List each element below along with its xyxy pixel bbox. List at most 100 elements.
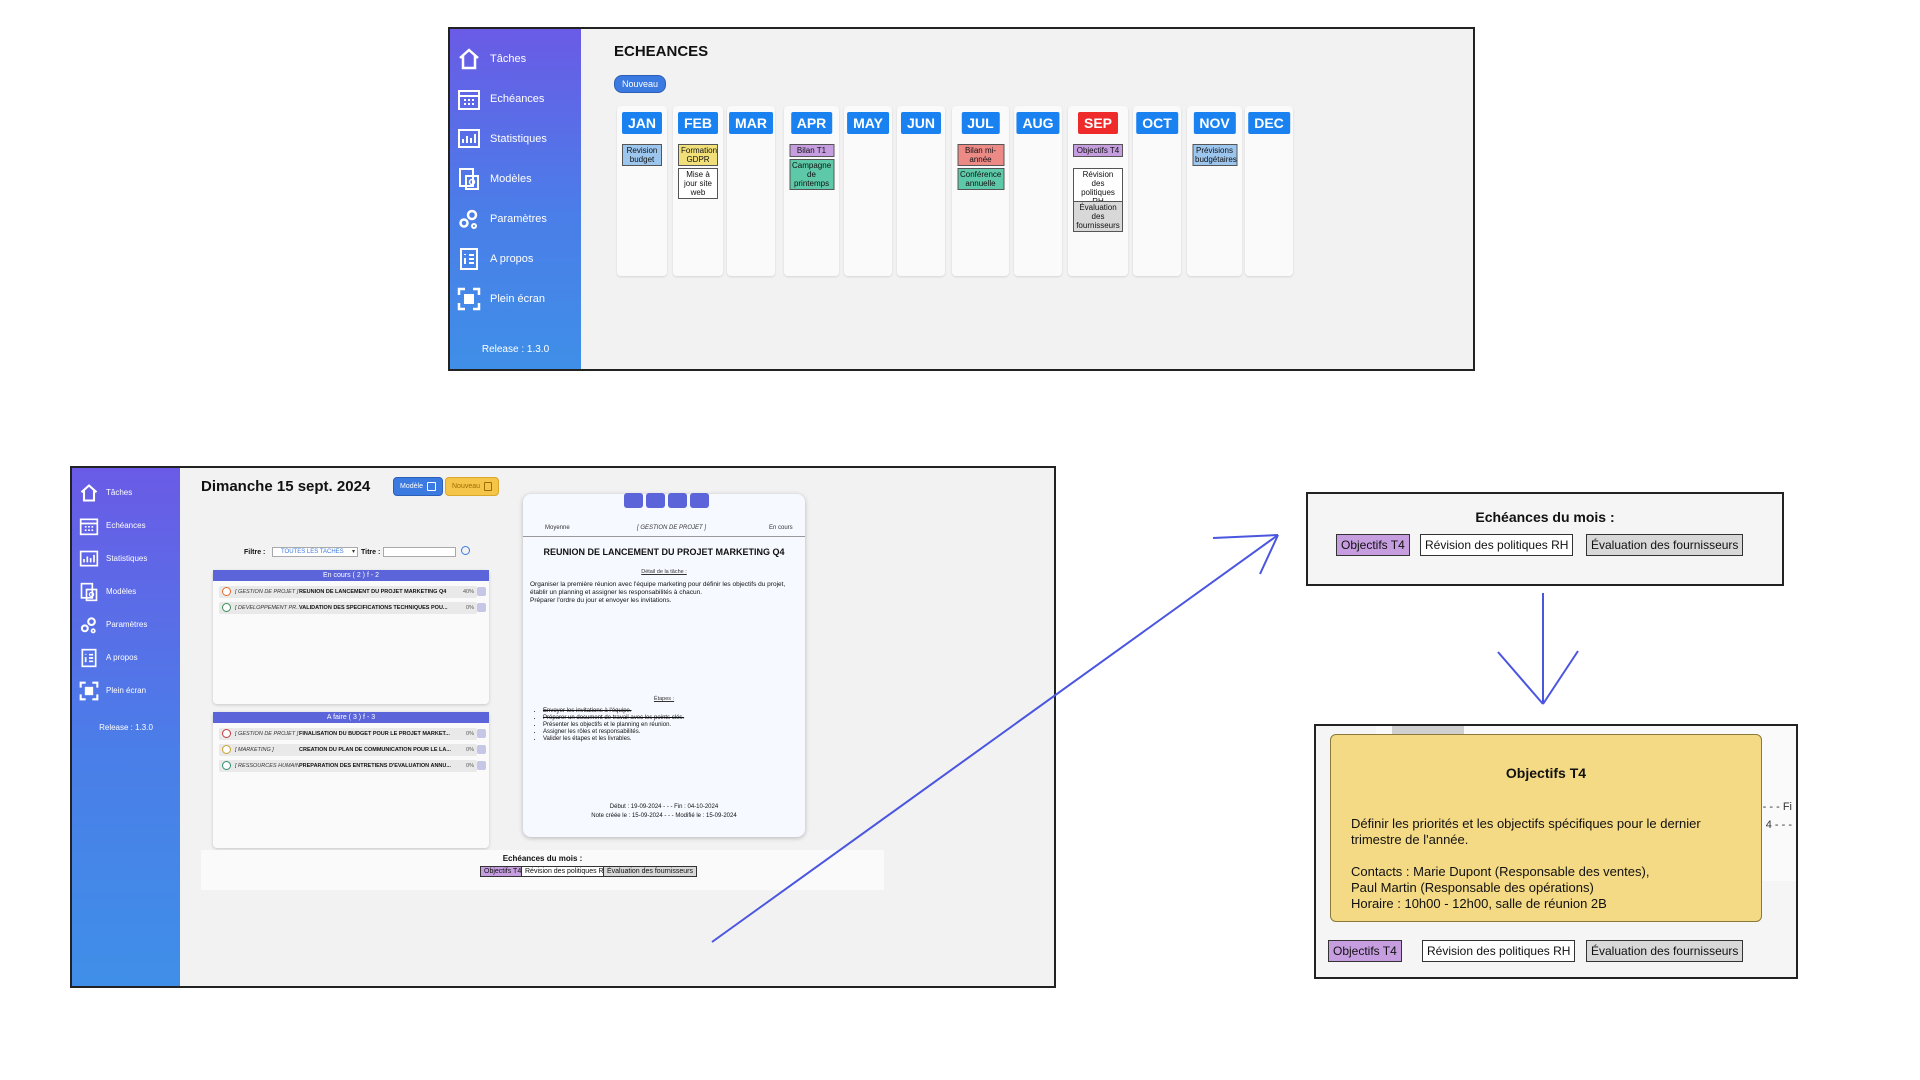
sidebar-item-echéances[interactable]: Echéances — [450, 79, 581, 119]
pin-icon[interactable] — [477, 603, 486, 612]
new-echeance-button[interactable]: Nouveau — [614, 75, 667, 93]
tooltip-zoom: - - - Fi 4 - - - Objectifs T4 Définir le… — [1314, 724, 1798, 979]
task-title: FINALISATION DU BUDGET POUR LE PROJET MA… — [299, 731, 450, 737]
month-column-jan: JAN Revision budget — [617, 106, 667, 276]
pin-icon[interactable] — [477, 745, 486, 754]
task-title: VALIDATION DES SPECIFICATIONS TECHNIQUES… — [299, 605, 448, 611]
task-status-icon — [222, 587, 231, 596]
task-detail-card: Moyenne [ GESTION DE PROJET ] En cours R… — [523, 493, 805, 837]
month-column-jun: JUN — [897, 106, 945, 276]
event-chip[interactable]: Revision budget — [622, 144, 662, 166]
model-button[interactable]: Modèle — [393, 477, 443, 496]
pin-icon[interactable] — [477, 761, 486, 770]
filter-select-value: TOUTES LES TACHES — [281, 549, 344, 555]
sidebar-item-modèles[interactable]: Modèles — [450, 159, 581, 199]
sidebar-item-label: Modèles — [490, 173, 532, 185]
month-header[interactable]: OCT — [1136, 112, 1178, 134]
month-header[interactable]: APR — [790, 112, 833, 134]
month-header[interactable]: FEB — [678, 112, 718, 134]
save-icon — [426, 482, 436, 491]
trash-icon[interactable] — [646, 493, 665, 508]
task-status-icon — [222, 745, 231, 754]
month-header[interactable]: SEP — [1077, 112, 1119, 134]
month-header[interactable]: AUG — [1016, 112, 1060, 134]
sidebar-item-plein-écran[interactable]: Plein écran — [72, 674, 180, 707]
deadline-chip[interactable]: Objectifs T4 — [1336, 534, 1410, 556]
sidebar-item-a-propos[interactable]: A propos — [450, 239, 581, 279]
title-filter-input[interactable] — [383, 547, 456, 557]
month-header[interactable]: JAN — [621, 112, 663, 134]
chevron-down-icon: ▾ — [351, 549, 355, 555]
add-file-icon — [484, 482, 493, 491]
sidebar-item-statistiques[interactable]: Statistiques — [72, 542, 180, 575]
sidebar-item-label: Paramètres — [106, 620, 148, 629]
task-status-icon — [222, 761, 231, 770]
deadline-chip[interactable]: Révision des politiques RH — [1422, 940, 1576, 962]
edge-text-2: 4 - - - — [1765, 819, 1792, 831]
detail-status: En cours — [769, 525, 793, 531]
print-icon[interactable] — [668, 493, 687, 508]
diagonal-arrow-head-a — [1212, 534, 1279, 539]
sidebar-item-modèles[interactable]: Modèles — [72, 575, 180, 608]
sidebar-item-a-propos[interactable]: A propos — [72, 641, 180, 674]
sidebar-item-label: A propos — [106, 653, 138, 662]
task-row[interactable]: [ RESSOURCES HUMAIN PREPARATION DES ENTRE… — [219, 760, 486, 772]
tooltip-line-4: Horaire : 10h00 - 12h00, salle de réunio… — [1351, 896, 1607, 911]
month-header[interactable]: DEC — [1248, 112, 1290, 134]
title-filter-label: Titre : — [361, 549, 381, 556]
pin-icon[interactable] — [477, 729, 486, 738]
deadline-chip[interactable]: Révision des politiques RH — [521, 866, 613, 877]
sidebar-item-statistiques[interactable]: Statistiques — [450, 119, 581, 159]
template-icon — [456, 166, 482, 192]
sidebar-item-tâches[interactable]: Tâches — [72, 476, 180, 509]
month-header[interactable]: JUN — [900, 112, 942, 134]
sidebar: Tâches Echéances Statistiques Modèles Paramè… — [72, 468, 180, 986]
month-header[interactable]: NOV — [1193, 112, 1236, 134]
sidebar-item-tâches[interactable]: Tâches — [450, 39, 581, 79]
sidebar-item-plein-écran[interactable]: Plein écran — [450, 279, 581, 319]
task-row[interactable]: [ MARKETING ] CREATION DU PLAN DE COMMUNI… — [219, 744, 486, 756]
month-header[interactable]: MAR — [729, 112, 773, 134]
task-row[interactable]: [ DEVELOPPEMENT PR... VALIDATION DES SPEC… — [219, 602, 486, 614]
task-title: CREATION DU PLAN DE COMMUNICATION POUR L… — [299, 747, 451, 753]
deadline-chip[interactable]: Évaluation des fournisseurs — [1586, 534, 1744, 556]
month-header[interactable]: JUL — [961, 112, 1000, 134]
event-chip[interactable]: Conférence annuelle — [957, 168, 1004, 190]
deadline-chip[interactable]: Révision des politiques RH — [1420, 534, 1574, 556]
sidebar-item-paramètres[interactable]: Paramètres — [450, 199, 581, 239]
filter-select[interactable]: TOUTES LES TACHES ▾ — [272, 547, 358, 557]
pin-icon[interactable] — [477, 587, 486, 596]
detail-description: Organiser la première réunion avec l'équ… — [530, 581, 793, 605]
month-deadlines-zoom: Echéances du mois : Objectifs T4 Révision… — [1306, 492, 1784, 586]
gears-icon — [78, 614, 100, 636]
chart-icon — [78, 548, 100, 570]
event-chip[interactable]: Évaluation des fournisseurs — [1073, 201, 1123, 232]
event-chip[interactable]: Mise à jour site web — [678, 168, 718, 199]
sidebar-item-paramètres[interactable]: Paramètres — [72, 608, 180, 641]
month-deadlines-bar: Echéances du mois : Objectifs T4 Révision… — [201, 850, 884, 890]
event-chip[interactable]: Campagne de printemps — [789, 159, 834, 190]
edit-icon[interactable] — [624, 493, 643, 508]
info-list-icon — [456, 246, 482, 272]
event-chip[interactable]: Bilan T1 — [789, 144, 834, 157]
new-task-button[interactable]: Nouveau — [445, 477, 500, 496]
event-chip[interactable]: Formation GDPR — [678, 144, 718, 166]
task-row[interactable]: [ GESTION DE PROJET ] REUNION DE LANCEMEN… — [219, 586, 486, 598]
edge-text-1: - - - Fi — [1762, 801, 1792, 813]
diagonal-arrow-head-b — [1259, 534, 1279, 575]
deadline-chip[interactable]: Objectifs T4 — [1328, 940, 1402, 962]
refresh-icon[interactable] — [461, 546, 470, 555]
event-chip[interactable]: Prévisions budgétaires — [1192, 144, 1237, 166]
deadline-chip[interactable]: Évaluation des fournisseurs — [603, 866, 697, 877]
step-item: Assigner les rôles et responsabilités. — [543, 729, 684, 736]
event-chip[interactable]: Bilan mi-année — [957, 144, 1004, 166]
month-header[interactable]: MAY — [847, 112, 889, 134]
sidebar-item-echéances[interactable]: Echéances — [72, 509, 180, 542]
deadline-chip[interactable]: Objectifs T4 — [480, 866, 526, 877]
detail-category: [ GESTION DE PROJET ] — [637, 525, 707, 531]
deadline-chip[interactable]: Évaluation des fournisseurs — [1586, 940, 1744, 962]
task-row[interactable]: [ GESTION DE PROJET ] FINALISATION DU BUD… — [219, 728, 486, 740]
export-icon[interactable] — [690, 493, 709, 508]
release-label: Release : 1.3.0 — [481, 344, 550, 355]
event-chip[interactable]: Objectifs T4 — [1073, 144, 1123, 157]
